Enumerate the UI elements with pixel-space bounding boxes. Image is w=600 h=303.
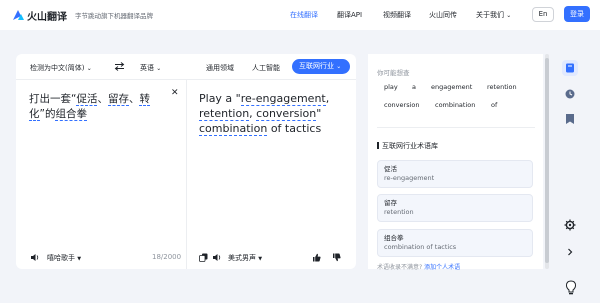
target-text-mid: " <box>316 107 322 120</box>
source-language-label: 检测为中文(简体) <box>30 64 85 72</box>
domain-internet-label: 互联网行业 <box>299 62 334 70</box>
domain-internet-button[interactable]: 互联网行业 ⌄ <box>292 59 350 74</box>
suggestions-label: 你可能想查 <box>377 69 410 77</box>
swap-icon[interactable] <box>114 62 125 71</box>
target-term[interactable]: re-engagement <box>240 92 326 106</box>
glossary-title-text: 互联网行业术语库 <box>382 142 438 150</box>
glossary-footer: 术语收录不满意? 添加个人术语 <box>377 262 460 271</box>
nav-live-interpret[interactable]: 火山同传 <box>429 10 457 20</box>
brand-tagline: 字节跳动旗下机器翻译品牌 <box>75 12 153 20</box>
target-language-label: 英语 <box>140 64 154 72</box>
source-language-select[interactable]: 检测为中文(简体) ⌄ <box>30 63 92 73</box>
scrollbar-thumb[interactable] <box>545 58 549 263</box>
nav-online-translate[interactable]: 在线翻译 <box>290 10 318 20</box>
thumb-up-icon[interactable] <box>312 253 321 262</box>
nav-video-translate[interactable]: 视频翻译 <box>383 10 411 20</box>
source-term[interactable]: 留存 <box>107 93 129 106</box>
speaker-icon[interactable] <box>212 253 221 262</box>
source-text-pre: 打出一套“ <box>29 93 77 105</box>
nav-about-label: 关于我们 <box>476 11 504 19</box>
target-voice-label: 美式男声 <box>228 254 256 262</box>
glossary-source-term: 组合拳 <box>384 234 404 242</box>
chevron-down-icon: ⌄ <box>336 63 342 70</box>
source-voice-select[interactable]: 嘻哈歌手 ▼ <box>47 253 81 263</box>
glossary-entry[interactable]: 留存 retention <box>377 194 533 222</box>
source-separator: 、 <box>128 93 140 105</box>
history-icon[interactable] <box>560 84 580 104</box>
glossary-footer-text: 术语收录不满意? <box>377 264 423 271</box>
translation-output: Play a "re-engagement, retention, conver… <box>199 91 339 136</box>
suggestion-chip[interactable]: of <box>485 98 503 113</box>
target-text-pre: Play a " <box>199 92 241 105</box>
dictionary-panel: 你可能想查 play a engagement retention conver… <box>368 54 543 271</box>
caret-down-icon: ▼ <box>258 256 263 262</box>
chevron-down-icon: ⌄ <box>506 12 512 19</box>
source-text-input[interactable]: 打出一套“促活、留存、转化”的组合拳 <box>29 92 164 122</box>
glossary-source-term: 留存 <box>384 199 397 207</box>
glossary-entry[interactable]: 促活 re-engagement <box>377 160 533 188</box>
target-term[interactable]: conversion <box>256 107 317 121</box>
source-separator: 、 <box>97 93 108 105</box>
suggestion-chip[interactable]: conversion <box>378 98 425 113</box>
target-text-post: of tactics <box>267 122 322 135</box>
suggestion-chip[interactable]: play <box>378 80 404 95</box>
glossary-source-term: 促活 <box>384 165 397 173</box>
glossary-title: 互联网行业术语库 <box>377 141 438 151</box>
bookmark-icon[interactable] <box>560 109 580 129</box>
speaker-icon[interactable] <box>30 253 39 262</box>
suggestion-chip[interactable]: combination <box>429 98 481 113</box>
login-button[interactable]: 登录 <box>564 6 590 22</box>
suggestion-chip[interactable]: engagement <box>425 80 478 95</box>
top-bar: 火山翻译 字节跳动旗下机器翻译品牌 在线翻译 翻译API 视频翻译 火山同传 关… <box>0 0 600 30</box>
settings-icon[interactable] <box>560 215 580 235</box>
brand-name[interactable]: 火山翻译 <box>27 8 67 23</box>
source-term[interactable]: 促活 <box>76 93 98 106</box>
suggestion-chip[interactable]: retention <box>481 80 523 95</box>
section-marker-icon <box>377 142 379 149</box>
domain-general-button[interactable]: 通用领域 <box>206 63 234 73</box>
domain-ai-button[interactable]: 人工智能 <box>252 63 280 73</box>
nav-translate-api[interactable]: 翻译API <box>337 10 362 20</box>
target-separator: , <box>325 92 330 105</box>
clear-icon[interactable]: ✕ <box>171 88 179 98</box>
copy-icon[interactable] <box>199 253 208 262</box>
target-term[interactable]: retention <box>199 107 250 121</box>
glossary-target-term: combination of tactics <box>384 243 457 251</box>
side-panel-scrollbar[interactable] <box>545 54 549 269</box>
lightbulb-icon[interactable] <box>561 278 581 298</box>
expand-icon[interactable] <box>560 242 580 262</box>
logo-icon[interactable] <box>12 8 25 21</box>
thumb-down-icon[interactable] <box>332 253 341 262</box>
char-count: 18/2000 <box>152 253 182 261</box>
chevron-down-icon: ⌄ <box>156 65 162 72</box>
suggestion-chip[interactable]: a <box>406 80 422 95</box>
language-switch-button[interactable]: En <box>532 7 554 22</box>
section-divider <box>377 127 535 128</box>
target-voice-select[interactable]: 美式男声 ▼ <box>228 253 262 263</box>
target-term[interactable]: combination <box>199 122 268 136</box>
nav-about-us[interactable]: 关于我们 ⌄ <box>476 10 511 20</box>
glossary-target-term: retention <box>384 208 414 216</box>
translation-panel: 检测为中文(简体) ⌄ 英语 ⌄ 通用领域 人工智能 互联网行业 ⌄ 打出一套“… <box>16 54 356 269</box>
glossary-target-term: re-engagement <box>384 174 435 182</box>
translate-panel-icon[interactable] <box>560 58 580 78</box>
source-voice-label: 嘻哈歌手 <box>47 254 75 262</box>
source-text-post: ”的 <box>39 108 56 120</box>
chevron-down-icon: ⌄ <box>86 65 92 72</box>
source-term[interactable]: 组合拳 <box>55 108 87 121</box>
target-language-select[interactable]: 英语 ⌄ <box>140 63 161 73</box>
caret-down-icon: ▼ <box>77 256 82 262</box>
add-term-link[interactable]: 添加个人术语 <box>424 264 460 271</box>
glossary-entry[interactable]: 组合拳 combination of tactics <box>377 229 533 257</box>
pane-divider <box>186 80 187 269</box>
